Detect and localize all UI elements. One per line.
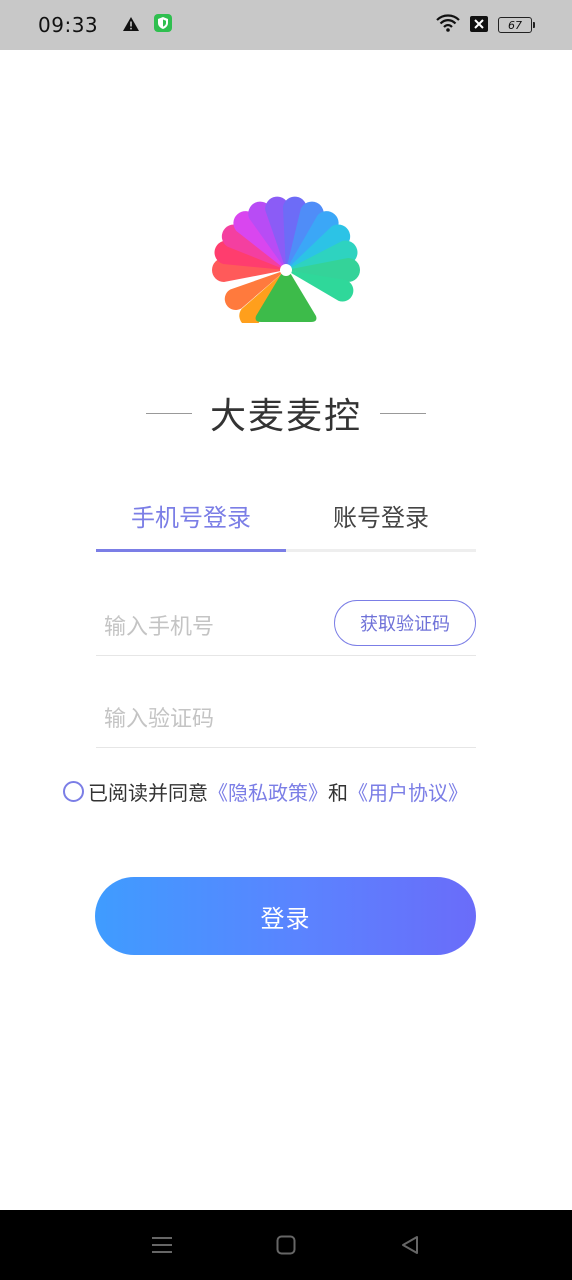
title-divider-right	[380, 412, 426, 414]
phone-field: 获取验证码	[96, 599, 476, 656]
phone-input[interactable]	[96, 607, 326, 648]
app-title: 大麦麦控	[209, 396, 362, 437]
privacy-policy-link[interactable]: 《隐私政策》	[208, 777, 328, 806]
code-input[interactable]	[96, 699, 326, 740]
shield-icon	[154, 13, 173, 37]
status-left: 09:33	[38, 13, 173, 37]
code-field	[96, 692, 476, 748]
agreement-and: 和	[328, 780, 348, 805]
app-logo	[206, 178, 366, 327]
navigation-bar	[0, 1210, 572, 1280]
title-row: 大麦麦控	[0, 385, 572, 441]
warning-icon	[122, 13, 140, 37]
sim-off-icon	[470, 13, 488, 37]
battery-icon: 67	[498, 17, 535, 33]
get-code-button[interactable]: 获取验证码	[334, 599, 476, 646]
status-time: 09:33	[38, 13, 99, 37]
login-screen: 09:33 67 大麦麦控 手机号登录 账号登录 输入手机号 获取验证码 输入验…	[0, 0, 572, 1280]
status-right: 67	[436, 13, 535, 37]
wifi-icon	[436, 13, 460, 37]
tab-phone-login[interactable]: 手机号登录	[96, 496, 286, 552]
login-button[interactable]: 登录	[95, 877, 476, 955]
menu-icon[interactable]	[142, 1225, 182, 1265]
agreement-row: 已阅读并同意 《隐私政策》 和 《用户协议》	[63, 776, 468, 806]
user-agreement-link[interactable]: 《用户协议》	[348, 777, 468, 806]
tab-account-login[interactable]: 账号登录	[286, 496, 476, 549]
title-divider-left	[145, 412, 192, 414]
back-icon[interactable]	[390, 1225, 430, 1265]
home-icon[interactable]	[266, 1225, 306, 1265]
login-tabs: 手机号登录 账号登录	[96, 496, 476, 552]
agreement-checkbox[interactable]	[63, 780, 84, 802]
agreement-prefix: 已阅读并同意	[88, 780, 208, 805]
status-bar: 09:33 67	[0, 0, 572, 50]
